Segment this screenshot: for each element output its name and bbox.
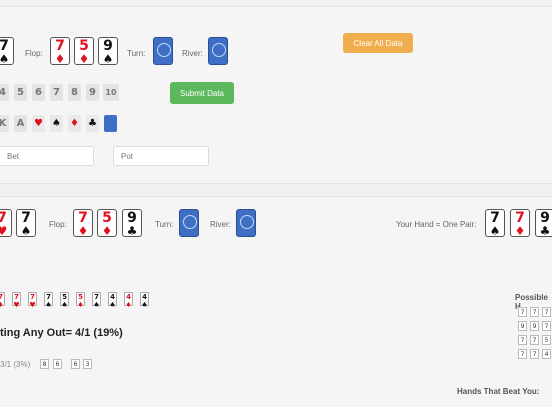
turn-label: Turn: bbox=[127, 49, 146, 58]
result-flop-card-2: 5 ♦ bbox=[97, 209, 117, 237]
out-card: 5 ♦ bbox=[76, 292, 85, 309]
flop-card-3[interactable]: 9 ♠ bbox=[98, 37, 118, 65]
rank-key-7[interactable]: 7 bbox=[50, 84, 63, 101]
out-card: 5 ♠ bbox=[60, 292, 69, 309]
flop-label: Flop: bbox=[25, 49, 43, 58]
river-card-slot[interactable] bbox=[208, 37, 228, 65]
possible-card: 7 bbox=[518, 335, 527, 345]
your-hand-card-3: 9 ♣ bbox=[535, 209, 552, 237]
possible-card: 4 bbox=[542, 349, 551, 359]
out-card: 4 ♠ bbox=[108, 292, 117, 309]
suit-key-hearts[interactable]: ♥ bbox=[32, 115, 45, 132]
result-river-card bbox=[236, 209, 256, 237]
hands-that-beat-you-label: Hands That Beat You: bbox=[457, 387, 540, 396]
out-card: 7 ♥ bbox=[12, 292, 21, 309]
rank-key-a[interactable]: A bbox=[14, 115, 27, 132]
result-turn-label: Turn: bbox=[155, 220, 174, 229]
results-panel: 7 ♥ 7 ♠ Flop: 7 ♦ 5 ♦ 9 ♣ Turn: River: Y… bbox=[0, 196, 552, 407]
flop-card-1[interactable]: 7 ♦ bbox=[50, 37, 70, 65]
suit-key-clubs[interactable]: ♣ bbox=[86, 115, 99, 132]
your-hand-label: Your Hand = One Pair: bbox=[396, 220, 477, 229]
result-flop-card-3: 9 ♣ bbox=[122, 209, 142, 237]
turn-card-slot[interactable] bbox=[153, 37, 173, 65]
possible-card: 9 bbox=[518, 321, 527, 331]
result-river-label: River: bbox=[210, 220, 231, 229]
rank-key-9[interactable]: 9 bbox=[86, 84, 99, 101]
clear-all-data-button[interactable]: Clear All Data bbox=[343, 33, 413, 53]
your-hand-card-1: 7 ♠ bbox=[485, 209, 505, 237]
odds-card: 3 bbox=[83, 359, 92, 369]
possible-card: 9 bbox=[530, 321, 539, 331]
possible-card: 7 bbox=[542, 307, 551, 317]
result-hole-card-2: 7 ♠ bbox=[16, 209, 36, 237]
possible-card: 7 bbox=[518, 307, 527, 317]
result-flop-label: Flop: bbox=[49, 220, 67, 229]
possible-card: 5 bbox=[542, 335, 551, 345]
rank-key-8[interactable]: 8 bbox=[68, 84, 81, 101]
possible-card: 7 bbox=[530, 335, 539, 345]
odds-card: 6 bbox=[53, 359, 62, 369]
hand-input-panel: 7 ♠ Flop: 7 ♦ 5 ♦ 9 ♠ Turn: River: Clear… bbox=[0, 6, 552, 184]
bet-input[interactable] bbox=[0, 146, 94, 166]
river-label: River: bbox=[182, 49, 203, 58]
hole-card[interactable]: 7 ♠ bbox=[0, 37, 14, 65]
rank-key-10[interactable]: 10 bbox=[103, 84, 119, 101]
flop-card-2[interactable]: 5 ♦ bbox=[74, 37, 94, 65]
suit-key-diamonds[interactable]: ♦ bbox=[68, 115, 81, 132]
result-turn-card bbox=[179, 209, 199, 237]
your-hand-card-2: 7 ♦ bbox=[510, 209, 530, 237]
out-card: 7 ♥ bbox=[28, 292, 37, 309]
any-out-odds: ting Any Out= 4/1 (19%) bbox=[0, 327, 123, 339]
out-card: 7 ♠ bbox=[44, 292, 53, 309]
result-hole-card-1: 7 ♥ bbox=[0, 209, 12, 237]
rank-key-k[interactable]: K bbox=[0, 115, 9, 132]
out-card: 7 ♠ bbox=[92, 292, 101, 309]
out-card: 4 ♠ bbox=[140, 292, 149, 309]
odds-text: 3/1 (3%) bbox=[0, 360, 31, 369]
rank-key-5[interactable]: 5 bbox=[14, 84, 27, 101]
rank-key-6[interactable]: 6 bbox=[32, 84, 45, 101]
pot-input[interactable] bbox=[113, 146, 209, 166]
card-back-key[interactable] bbox=[104, 115, 117, 132]
odds-card: 6 bbox=[71, 359, 80, 369]
possible-card: 7 bbox=[530, 349, 539, 359]
submit-data-button[interactable]: Submit Data bbox=[170, 82, 234, 104]
possible-card: 7 bbox=[518, 349, 527, 359]
suit-key-spades[interactable]: ♠ bbox=[50, 115, 63, 132]
result-flop-card-1: 7 ♦ bbox=[73, 209, 93, 237]
possible-card: 7 bbox=[542, 321, 551, 331]
possible-card: 7 bbox=[530, 307, 539, 317]
out-card: 4 ♦ bbox=[124, 292, 133, 309]
odds-card: 8 bbox=[40, 359, 49, 369]
out-card: 7 ♦ bbox=[0, 292, 5, 309]
rank-key-4[interactable]: 4 bbox=[0, 84, 9, 101]
